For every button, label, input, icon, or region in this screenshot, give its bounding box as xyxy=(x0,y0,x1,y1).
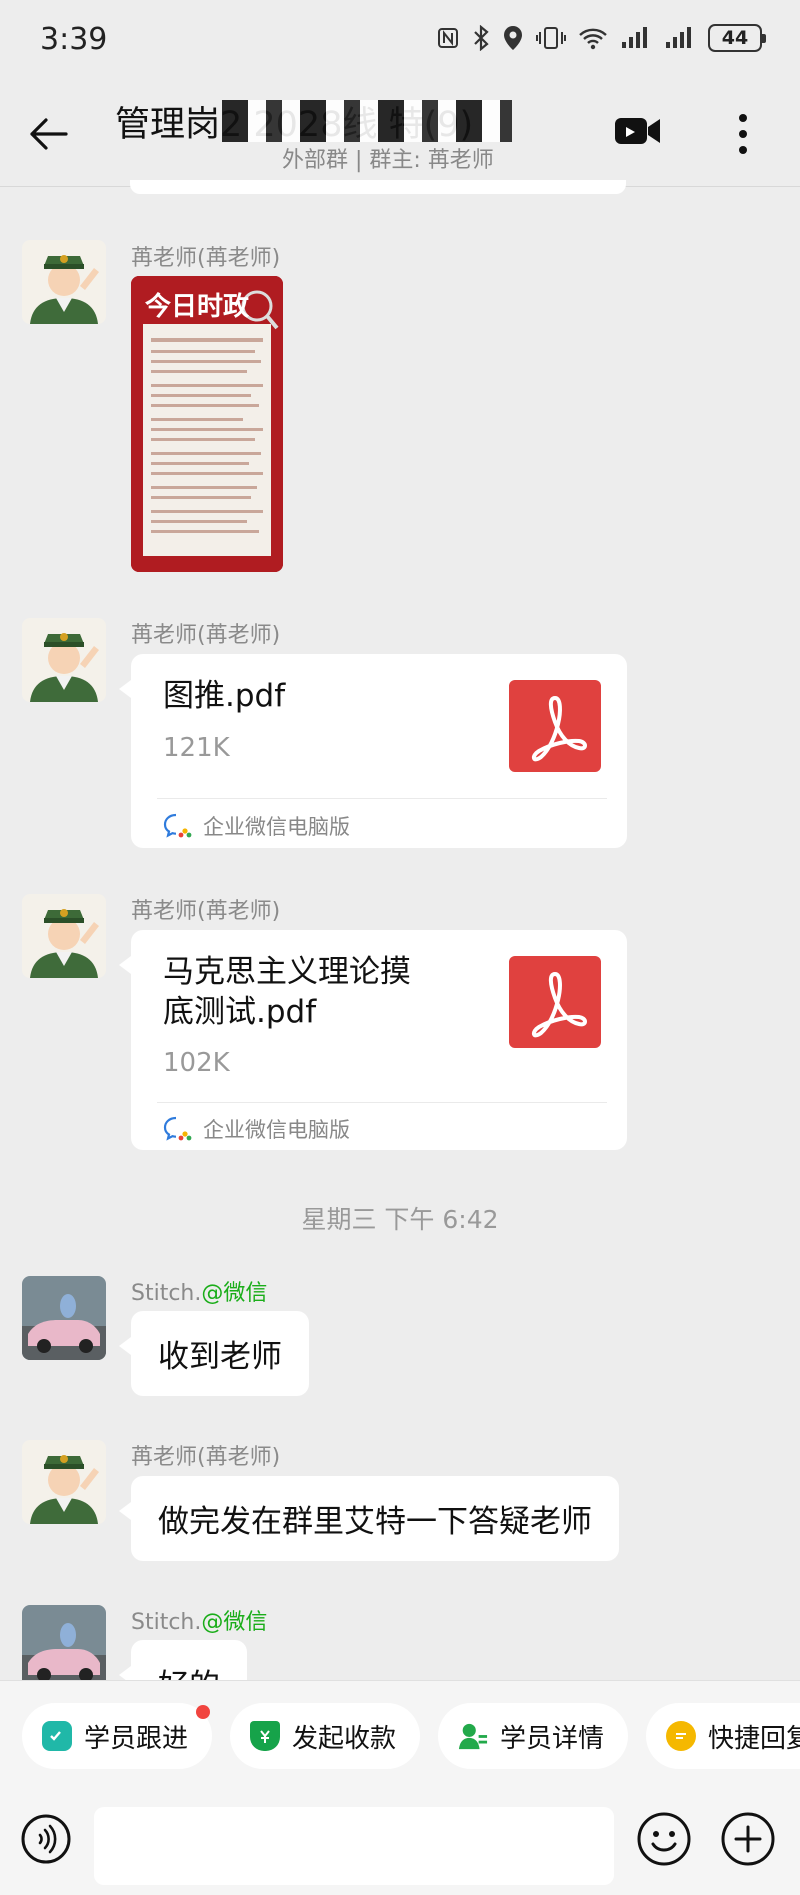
text-bubble[interactable]: 好的 xyxy=(119,1640,247,1680)
chip-label: 学员详情 xyxy=(500,1723,605,1754)
payment-shield-icon xyxy=(250,1721,280,1751)
emoji-icon[interactable] xyxy=(636,1811,692,1867)
chip-label: 发起收款 xyxy=(292,1723,397,1754)
message-input[interactable] xyxy=(94,1807,614,1885)
chip-label: 学员跟进 xyxy=(84,1723,189,1754)
input-row xyxy=(0,1793,800,1885)
sender-name: Stitch.@微信 xyxy=(131,1610,268,1635)
plus-icon[interactable] xyxy=(720,1811,776,1867)
chip-label: 快捷回复 xyxy=(708,1723,800,1754)
avatar[interactable] xyxy=(22,1605,106,1680)
quick-reply-icon xyxy=(666,1721,696,1751)
follow-up-icon xyxy=(42,1721,72,1751)
voice-input-icon[interactable] xyxy=(20,1813,72,1865)
message-text: 好的 xyxy=(158,1660,220,1680)
student-detail-icon xyxy=(458,1721,488,1751)
quick-action-quick-reply[interactable]: 快捷回复 xyxy=(646,1703,800,1769)
quick-action-student-details[interactable]: 学员详情 xyxy=(438,1703,628,1769)
quick-action-payment[interactable]: 发起收款 xyxy=(230,1703,420,1769)
wechat-tag: @微信 xyxy=(201,1610,268,1635)
quick-action-student-follow-up[interactable]: 学员跟进 xyxy=(22,1703,212,1769)
message-item: Stitch.@微信 好的 xyxy=(0,0,800,1680)
bottom-toolbar: 学员跟进 发起收款 学员详情 快捷回复 xyxy=(0,1680,800,1895)
notification-dot xyxy=(196,1705,210,1719)
